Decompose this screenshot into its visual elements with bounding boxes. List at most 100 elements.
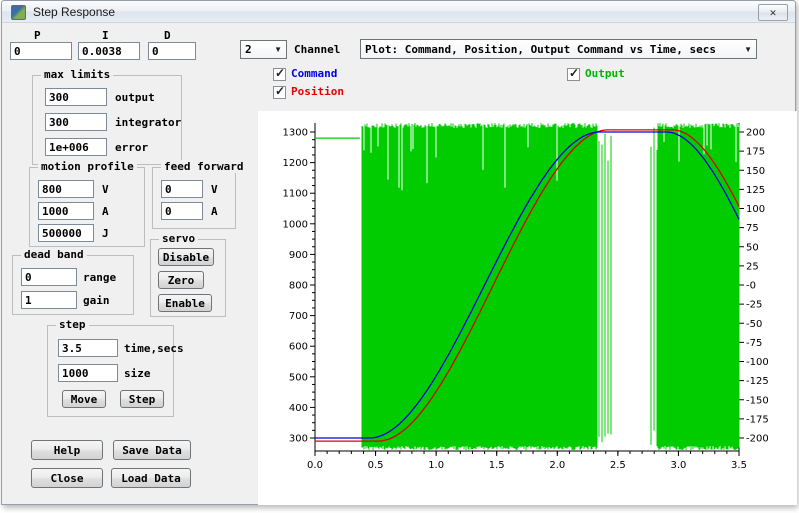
app-icon: [11, 5, 26, 20]
svg-text:800: 800: [289, 281, 308, 292]
svg-text:700: 700: [289, 311, 308, 322]
svg-text:1.0: 1.0: [428, 460, 444, 471]
svg-text:3.0: 3.0: [670, 460, 686, 471]
move-button[interactable]: Move: [62, 390, 106, 408]
position-checkbox[interactable]: ✓: [273, 84, 286, 99]
svg-text:-0: -0: [746, 281, 756, 292]
load-data-button[interactable]: Load Data: [111, 468, 191, 488]
svg-text:1000: 1000: [283, 219, 308, 230]
svg-text:-100: -100: [746, 357, 769, 368]
deadband-range-input[interactable]: [21, 268, 77, 286]
svg-text:1.5: 1.5: [489, 460, 505, 471]
step-time-input[interactable]: [58, 339, 118, 357]
titlebar: Step Response ✕: [2, 1, 795, 23]
help-button[interactable]: Help: [31, 440, 103, 460]
max-limits-group: max limits output integrator error: [32, 68, 182, 165]
svg-text:500: 500: [289, 372, 308, 383]
chart-panel: 300 400 500 600 700 800 900 1000 1100 1200 1300 200…: [258, 111, 797, 505]
output-checkbox[interactable]: ✓: [567, 66, 580, 81]
integrator-limit-label: integrator: [115, 116, 182, 129]
svg-text:100: 100: [746, 204, 765, 215]
ff-velocity-label: V: [211, 183, 218, 196]
servo-group-title: servo: [159, 232, 199, 245]
titlebar-close-button[interactable]: ✕: [758, 4, 788, 21]
svg-text:-50: -50: [746, 319, 762, 330]
deadband-range-label: range: [83, 271, 117, 284]
ff-acceleration-input[interactable]: [161, 202, 203, 220]
zero-button[interactable]: Zero: [158, 271, 204, 289]
enable-button[interactable]: Enable: [158, 294, 212, 312]
servo-group: servo Disable Zero Enable: [150, 232, 226, 317]
check-icon: ✓: [275, 84, 286, 98]
svg-text:-200: -200: [746, 434, 769, 445]
step-time-label: time,secs: [124, 342, 184, 355]
max-limits-group-title: max limits: [41, 68, 114, 81]
step-button[interactable]: Step: [120, 390, 164, 408]
close-icon: ✕: [769, 7, 777, 18]
i-label: I: [102, 29, 109, 42]
velocity-label: V: [102, 183, 109, 196]
svg-text:300: 300: [289, 434, 308, 445]
dead-band-group-title: dead band: [21, 248, 87, 261]
step-response-window: Step Response ✕ P I D 2 ▼ Channel Plot: …: [1, 0, 797, 505]
step-group: step time,secs size Move Step: [47, 318, 184, 417]
d-label: D: [164, 29, 171, 42]
feed-forward-group: feed forward V A: [152, 160, 247, 229]
svg-text:175: 175: [746, 147, 765, 158]
svg-text:-150: -150: [746, 395, 769, 406]
channel-select[interactable]: 2 ▼: [240, 40, 287, 59]
chevron-down-icon: ▼: [744, 44, 752, 54]
svg-text:-25: -25: [746, 300, 762, 311]
disable-button[interactable]: Disable: [158, 248, 214, 266]
svg-text:-75: -75: [746, 338, 762, 349]
svg-text:2.5: 2.5: [610, 460, 626, 471]
svg-text:0.5: 0.5: [368, 460, 384, 471]
svg-text:3.5: 3.5: [731, 460, 747, 471]
position-checkbox-label: Position: [291, 85, 344, 98]
ff-acceleration-label: A: [211, 205, 218, 218]
integrator-limit-input[interactable]: [45, 113, 107, 131]
acceleration-input[interactable]: [38, 202, 94, 220]
svg-text:2.0: 2.0: [549, 460, 565, 471]
error-limit-input[interactable]: [45, 138, 107, 156]
i-gain-input[interactable]: [78, 42, 140, 60]
motion-profile-group: motion profile V A J: [29, 160, 145, 247]
svg-text:400: 400: [289, 403, 308, 414]
output-limit-label: output: [115, 91, 155, 104]
plot-select-value: Plot: Command, Position, Output Command …: [365, 42, 716, 56]
error-limit-label: error: [115, 141, 149, 154]
jerk-input[interactable]: [38, 224, 94, 242]
output-checkbox-label: Output: [585, 67, 625, 80]
step-size-label: size: [124, 367, 151, 380]
chevron-down-icon: ▼: [274, 45, 282, 54]
svg-text:200: 200: [746, 128, 765, 139]
svg-text:1300: 1300: [283, 128, 308, 139]
deadband-gain-input[interactable]: [21, 291, 77, 309]
output-limit-input[interactable]: [45, 88, 107, 106]
save-data-button[interactable]: Save Data: [113, 440, 191, 460]
command-checkbox-label: Command: [291, 67, 338, 80]
check-icon: ✓: [275, 66, 286, 80]
channel-label: Channel: [294, 43, 341, 56]
acceleration-label: A: [102, 205, 109, 218]
ff-velocity-input[interactable]: [161, 180, 203, 198]
command-checkbox[interactable]: ✓: [273, 66, 286, 81]
plot-select[interactable]: Plot: Command, Position, Output Command …: [360, 39, 757, 59]
close-button[interactable]: Close: [31, 468, 103, 488]
p-gain-input[interactable]: [10, 42, 72, 60]
svg-text:150: 150: [746, 166, 765, 177]
svg-text:125: 125: [746, 185, 765, 196]
feed-forward-group-title: feed forward: [161, 160, 247, 173]
velocity-input[interactable]: [38, 180, 94, 198]
dead-band-group: dead band range gain: [12, 248, 134, 315]
step-size-input[interactable]: [58, 364, 118, 382]
svg-text:-175: -175: [746, 414, 769, 425]
svg-text:1100: 1100: [283, 189, 308, 200]
svg-text:1200: 1200: [283, 158, 308, 169]
d-gain-input[interactable]: [148, 42, 196, 60]
svg-text:25: 25: [746, 261, 759, 272]
motion-profile-group-title: motion profile: [38, 160, 137, 173]
svg-text:-125: -125: [746, 376, 769, 387]
svg-text:0.0: 0.0: [307, 460, 323, 471]
deadband-gain-label: gain: [83, 294, 110, 307]
